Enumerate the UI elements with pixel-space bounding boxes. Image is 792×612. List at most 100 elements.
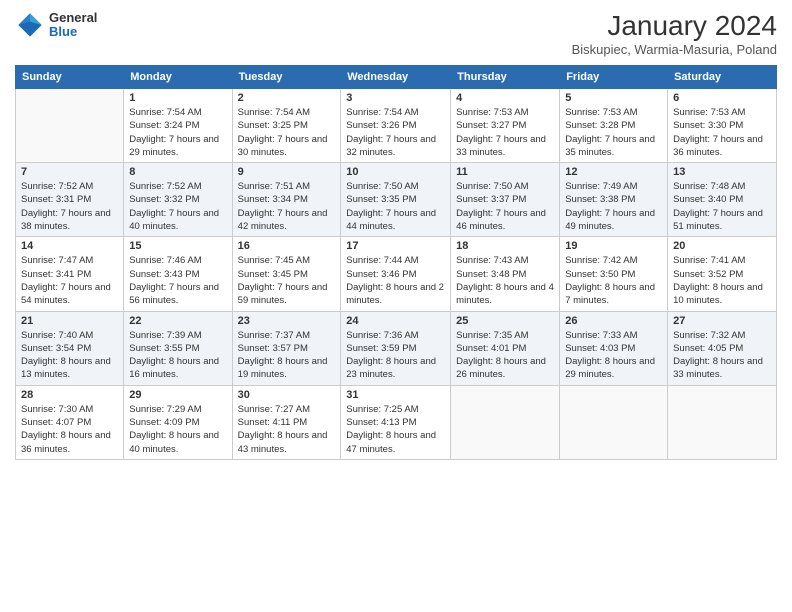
week-row-2: 7 Sunrise: 7:52 AMSunset: 3:31 PMDaylight…: [16, 163, 777, 237]
calendar-cell: 18 Sunrise: 7:43 AMSunset: 3:48 PMDayligh…: [451, 237, 560, 311]
calendar-cell: 31 Sunrise: 7:25 AMSunset: 4:13 PMDayligh…: [341, 385, 451, 459]
calendar-cell: 17 Sunrise: 7:44 AMSunset: 3:46 PMDayligh…: [341, 237, 451, 311]
calendar-cell: 25Sunrise: 7:35 AMSunset: 4:01 PMDayligh…: [451, 311, 560, 385]
day-number: 25: [456, 315, 554, 327]
day-info: Sunrise: 7:54 AMSunset: 3:26 PMDaylight:…: [346, 106, 445, 159]
day-number: 13: [673, 166, 771, 178]
day-number: 29: [129, 389, 226, 401]
day-number: 9: [238, 166, 336, 178]
calendar-cell: 1Sunrise: 7:54 AMSunset: 3:24 PMDaylight…: [124, 89, 232, 163]
calendar-cell: 12 Sunrise: 7:49 AMSunset: 3:38 PMDayligh…: [560, 163, 668, 237]
day-number: 15: [129, 240, 226, 252]
day-info: Sunrise: 7:54 AMSunset: 3:24 PMDaylight:…: [129, 106, 226, 159]
day-number: 31: [346, 389, 445, 401]
logo-blue-text: Blue: [49, 25, 97, 39]
calendar-cell: [668, 385, 777, 459]
day-number: 19: [565, 240, 662, 252]
calendar-cell: 21 Sunrise: 7:40 AMSunset: 3:54 PMDayligh…: [16, 311, 124, 385]
day-info: Sunrise: 7:42 AMSunset: 3:50 PMDaylight:…: [565, 254, 662, 307]
day-info: Sunrise: 7:52 AMSunset: 3:32 PMDaylight:…: [129, 180, 226, 233]
calendar-cell: 4 Sunrise: 7:53 AMSunset: 3:27 PMDaylight…: [451, 89, 560, 163]
day-number: 26: [565, 315, 662, 327]
day-number: 24: [346, 315, 445, 327]
day-number: 3: [346, 92, 445, 104]
calendar-table: SundayMondayTuesdayWednesdayThursdayFrid…: [15, 65, 777, 460]
day-info: Sunrise: 7:43 AMSunset: 3:48 PMDaylight:…: [456, 254, 554, 307]
title-block: January 2024 Biskupiec, Warmia-Masuria, …: [572, 10, 777, 57]
day-number: 27: [673, 315, 771, 327]
day-info: Sunrise: 7:49 AMSunset: 3:38 PMDaylight:…: [565, 180, 662, 233]
day-info: Sunrise: 7:54 AMSunset: 3:25 PMDaylight:…: [238, 106, 336, 159]
day-info: Sunrise: 7:50 AMSunset: 3:35 PMDaylight:…: [346, 180, 445, 233]
calendar-cell: 2Sunrise: 7:54 AMSunset: 3:25 PMDaylight…: [232, 89, 341, 163]
day-number: 20: [673, 240, 771, 252]
day-number: 11: [456, 166, 554, 178]
day-number: 28: [21, 389, 118, 401]
day-info: Sunrise: 7:32 AMSunset: 4:05 PMDaylight:…: [673, 329, 771, 382]
logo-general-text: General: [49, 11, 97, 25]
day-info: Sunrise: 7:45 AMSunset: 3:45 PMDaylight:…: [238, 254, 336, 307]
day-number: 17: [346, 240, 445, 252]
week-row-3: 14 Sunrise: 7:47 AMSunset: 3:41 PMDayligh…: [16, 237, 777, 311]
day-info: Sunrise: 7:40 AMSunset: 3:54 PMDaylight:…: [21, 329, 118, 382]
weekday-header-monday: Monday: [124, 66, 232, 89]
day-info: Sunrise: 7:25 AMSunset: 4:13 PMDaylight:…: [346, 403, 445, 456]
calendar-cell: 24Sunrise: 7:36 AMSunset: 3:59 PMDayligh…: [341, 311, 451, 385]
calendar-cell: 16 Sunrise: 7:45 AMSunset: 3:45 PMDayligh…: [232, 237, 341, 311]
day-number: 6: [673, 92, 771, 104]
week-row-1: 1Sunrise: 7:54 AMSunset: 3:24 PMDaylight…: [16, 89, 777, 163]
week-row-4: 21 Sunrise: 7:40 AMSunset: 3:54 PMDayligh…: [16, 311, 777, 385]
day-info: Sunrise: 7:37 AMSunset: 3:57 PMDaylight:…: [238, 329, 336, 382]
calendar-cell: [16, 89, 124, 163]
weekday-header-friday: Friday: [560, 66, 668, 89]
calendar-cell: 20 Sunrise: 7:41 AMSunset: 3:52 PMDayligh…: [668, 237, 777, 311]
day-number: 8: [129, 166, 226, 178]
calendar-cell: 6Sunrise: 7:53 AMSunset: 3:30 PMDaylight…: [668, 89, 777, 163]
day-info: Sunrise: 7:44 AMSunset: 3:46 PMDaylight:…: [346, 254, 445, 307]
calendar-cell: 19 Sunrise: 7:42 AMSunset: 3:50 PMDayligh…: [560, 237, 668, 311]
calendar-cell: 5Sunrise: 7:53 AMSunset: 3:28 PMDaylight…: [560, 89, 668, 163]
logo: General Blue: [15, 10, 97, 40]
page: General Blue January 2024 Biskupiec, War…: [0, 0, 792, 612]
calendar-subtitle: Biskupiec, Warmia-Masuria, Poland: [572, 42, 777, 57]
day-number: 22: [129, 315, 226, 327]
weekday-header-thursday: Thursday: [451, 66, 560, 89]
day-number: 10: [346, 166, 445, 178]
day-number: 23: [238, 315, 336, 327]
calendar-cell: 22 Sunrise: 7:39 AMSunset: 3:55 PMDayligh…: [124, 311, 232, 385]
calendar-cell: 28Sunrise: 7:30 AMSunset: 4:07 PMDayligh…: [16, 385, 124, 459]
day-number: 30: [238, 389, 336, 401]
day-number: 7: [21, 166, 118, 178]
day-number: 12: [565, 166, 662, 178]
day-info: Sunrise: 7:47 AMSunset: 3:41 PMDaylight:…: [21, 254, 118, 307]
day-info: Sunrise: 7:39 AMSunset: 3:55 PMDaylight:…: [129, 329, 226, 382]
calendar-cell: 14 Sunrise: 7:47 AMSunset: 3:41 PMDayligh…: [16, 237, 124, 311]
day-info: Sunrise: 7:48 AMSunset: 3:40 PMDaylight:…: [673, 180, 771, 233]
day-info: Sunrise: 7:50 AMSunset: 3:37 PMDaylight:…: [456, 180, 554, 233]
day-number: 14: [21, 240, 118, 252]
day-number: 21: [21, 315, 118, 327]
day-number: 4: [456, 92, 554, 104]
calendar-cell: 26 Sunrise: 7:33 AMSunset: 4:03 PMDayligh…: [560, 311, 668, 385]
header: General Blue January 2024 Biskupiec, War…: [15, 10, 777, 57]
calendar-cell: [451, 385, 560, 459]
day-info: Sunrise: 7:52 AMSunset: 3:31 PMDaylight:…: [21, 180, 118, 233]
day-number: 16: [238, 240, 336, 252]
day-info: Sunrise: 7:41 AMSunset: 3:52 PMDaylight:…: [673, 254, 771, 307]
logo-icon: [15, 10, 45, 40]
calendar-cell: 10 Sunrise: 7:50 AMSunset: 3:35 PMDayligh…: [341, 163, 451, 237]
calendar-cell: 9 Sunrise: 7:51 AMSunset: 3:34 PMDaylight…: [232, 163, 341, 237]
logo-text: General Blue: [49, 11, 97, 40]
day-info: Sunrise: 7:33 AMSunset: 4:03 PMDaylight:…: [565, 329, 662, 382]
day-info: Sunrise: 7:51 AMSunset: 3:34 PMDaylight:…: [238, 180, 336, 233]
calendar-title: January 2024: [572, 10, 777, 42]
day-info: Sunrise: 7:53 AMSunset: 3:28 PMDaylight:…: [565, 106, 662, 159]
day-number: 18: [456, 240, 554, 252]
calendar-cell: 27 Sunrise: 7:32 AMSunset: 4:05 PMDayligh…: [668, 311, 777, 385]
calendar-cell: 8 Sunrise: 7:52 AMSunset: 3:32 PMDaylight…: [124, 163, 232, 237]
day-info: Sunrise: 7:53 AMSunset: 3:27 PMDaylight:…: [456, 106, 554, 159]
calendar-cell: 30Sunrise: 7:27 AMSunset: 4:11 PMDayligh…: [232, 385, 341, 459]
weekday-header-sunday: Sunday: [16, 66, 124, 89]
calendar-cell: [560, 385, 668, 459]
week-row-5: 28Sunrise: 7:30 AMSunset: 4:07 PMDayligh…: [16, 385, 777, 459]
